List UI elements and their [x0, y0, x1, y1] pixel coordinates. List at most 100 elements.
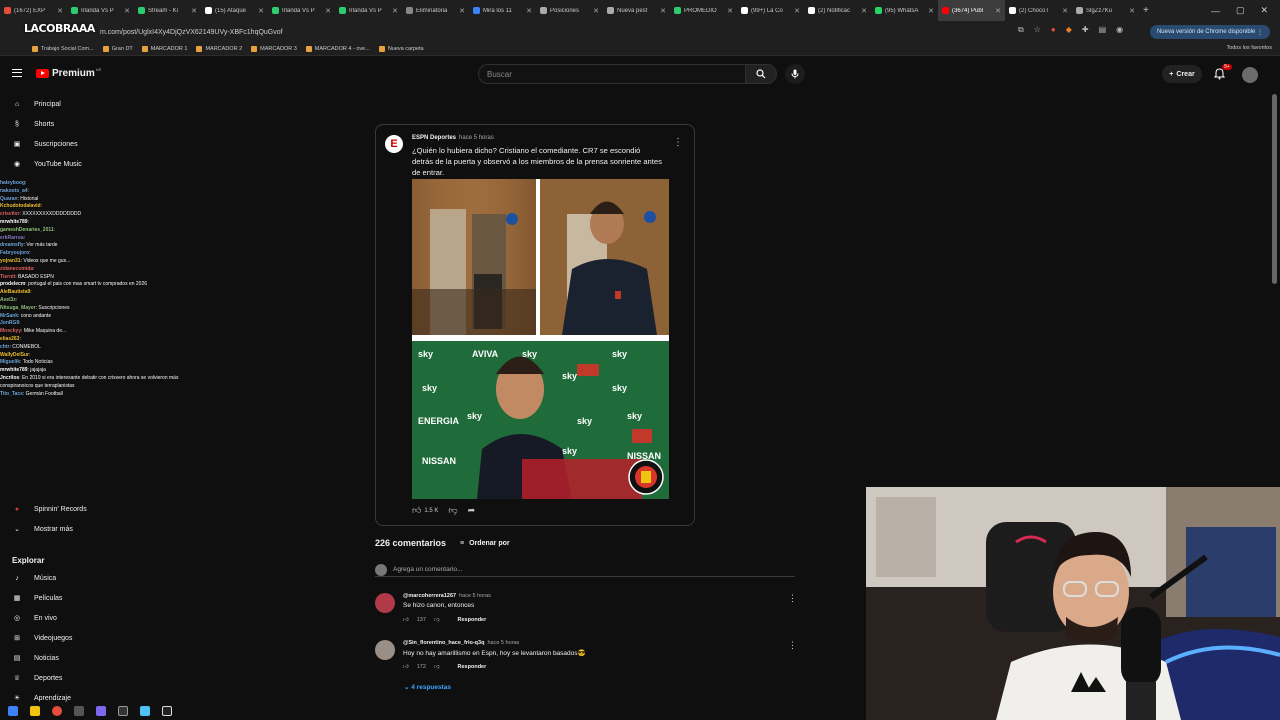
browser-tab[interactable]: Stream - Ki ✕ [134, 0, 201, 21]
chrome-icon[interactable] [52, 706, 62, 716]
browser-tab[interactable]: Irlanda Vs P ✕ [335, 0, 402, 21]
browser-tab[interactable]: SlgZz7Ku ✕ [1072, 0, 1139, 21]
sidebar-item-mostrar-m-s[interactable]: ⌄ Mostrar más [12, 522, 73, 536]
sidebar-item-principal[interactable]: ⌂ Principal [12, 97, 61, 111]
file-explorer-icon[interactable] [30, 706, 40, 716]
browser-tab[interactable]: Nueva pest ✕ [603, 0, 670, 21]
tab-close-icon[interactable]: ✕ [1062, 7, 1068, 15]
post-more-icon[interactable]: ⋮ [673, 137, 683, 148]
browser-tab[interactable]: Irlanda Vs P ✕ [67, 0, 134, 21]
close-icon[interactable]: ✕ [1260, 5, 1268, 16]
sidebar-item-noticias[interactable]: ▤ Noticias [12, 651, 59, 665]
browser-tab[interactable]: (2) Notificac ✕ [804, 0, 871, 21]
app-icon[interactable] [118, 706, 128, 716]
like-button[interactable]: 👍︎ 1.5 K [412, 505, 438, 516]
account-avatar[interactable] [1242, 67, 1258, 83]
bookmark-item[interactable]: Gran DT [102, 46, 133, 52]
espn-avatar[interactable]: E [385, 135, 403, 153]
commenter-avatar[interactable] [375, 593, 395, 613]
reply-button[interactable]: Responder [458, 617, 487, 623]
create-button[interactable]: + Crear [1162, 65, 1202, 83]
comment-author[interactable]: @Sin_florentino_hace_frio-q3q [403, 640, 484, 646]
post-author[interactable]: ESPN Deportes [412, 135, 456, 141]
tab-close-icon[interactable]: ✕ [57, 7, 63, 15]
browser-tab[interactable]: Irlanda Vs P ✕ [268, 0, 335, 21]
tab-close-icon[interactable]: ✕ [526, 7, 532, 15]
sidebar-item-m-sica[interactable]: ♪ Música [12, 571, 56, 585]
thumbs-up-icon[interactable]: 👍︎ [403, 617, 409, 623]
search-button[interactable] [745, 64, 777, 84]
minimize-icon[interactable]: — [1211, 6, 1220, 16]
thumbs-down-icon[interactable]: 👎︎ [434, 664, 440, 670]
tab-close-icon[interactable]: ✕ [928, 7, 934, 15]
voice-search-button[interactable] [785, 64, 805, 84]
share-icon[interactable]: ➦ [468, 505, 476, 516]
tab-close-icon[interactable]: ✕ [258, 7, 264, 15]
sidebar-item-pel-culas[interactable]: ▦ Películas [12, 591, 63, 605]
browser-tab[interactable]: (99+) La Co ✕ [737, 0, 804, 21]
tab-close-icon[interactable]: ✕ [794, 7, 800, 15]
puzzle-icon[interactable]: ✚ [1082, 25, 1089, 35]
bookmark-star-icon[interactable]: ☆ [1034, 25, 1041, 35]
comment-more-icon[interactable]: ⋮ [788, 593, 797, 604]
tab-close-icon[interactable]: ✕ [995, 7, 1001, 15]
commenter-avatar[interactable] [375, 640, 395, 660]
sidebar-item-en-vivo[interactable]: ◎ En vivo [12, 611, 57, 625]
sidebar-icon[interactable]: ▤ [1099, 25, 1107, 35]
browser-tab[interactable]: (95) WhatsA ✕ [871, 0, 938, 21]
comment-author[interactable]: @marcoherrera1267 [403, 593, 456, 599]
sidebar-item-youtube-music[interactable]: ◉ YouTube Music [12, 157, 82, 171]
chrome-update-chip[interactable]: Nueva versión de Chrome disponible ⋮ [1149, 25, 1270, 39]
page-scrollbar[interactable] [1272, 94, 1277, 284]
thumbs-down-icon[interactable]: 👎︎ [434, 617, 440, 623]
tab-close-icon[interactable]: ✕ [124, 7, 130, 15]
windows-start-icon[interactable] [8, 706, 18, 716]
tab-close-icon[interactable]: ✕ [727, 7, 733, 15]
profile-icon[interactable]: ◉ [1116, 25, 1123, 35]
url-field[interactable]: m.com/post/UglxI4Xy4DjQzVX62149UVy-XBFc1… [100, 29, 283, 36]
extension-icon[interactable]: ● [1051, 25, 1056, 35]
obs-icon[interactable] [162, 706, 172, 716]
menu-icon[interactable] [12, 69, 22, 77]
sidebar-item-shorts[interactable]: § Shorts [12, 117, 54, 131]
browser-tab[interactable]: (1672) EXP ✕ [0, 0, 67, 21]
bookmark-item[interactable]: Trabajo Social Com... [32, 46, 94, 52]
new-tab-icon[interactable]: + [1143, 5, 1149, 16]
app-icon[interactable] [140, 706, 150, 716]
tab-close-icon[interactable]: ✕ [191, 7, 197, 15]
sort-button[interactable]: ≡ Ordenar por [460, 540, 510, 547]
browser-tab[interactable]: Eliminatoria ✕ [402, 0, 469, 21]
maximize-icon[interactable]: ▢ [1236, 5, 1245, 16]
add-comment-field[interactable]: Agrega un comentario... [375, 563, 795, 577]
comment-more-icon[interactable]: ⋮ [788, 640, 797, 651]
tab-close-icon[interactable]: ✕ [459, 7, 465, 15]
browser-tab[interactable]: (3674) Publ ✕ [938, 0, 1005, 21]
browser-tab[interactable]: Posiciones ✕ [536, 0, 603, 21]
tab-close-icon[interactable]: ✕ [392, 7, 398, 15]
app-icon[interactable] [96, 706, 106, 716]
sidebar-item-spinnin-records[interactable]: ● Spinnin' Records [12, 502, 87, 516]
reply-button[interactable]: Responder [458, 664, 487, 670]
bookmark-item[interactable]: Nueva carpeta [378, 46, 424, 52]
thumbs-down-icon[interactable]: 👎︎ [448, 505, 457, 516]
tab-close-icon[interactable]: ✕ [861, 7, 867, 15]
app-icon[interactable] [74, 706, 84, 716]
browser-tab[interactable]: (2) ChocoT ✕ [1005, 0, 1072, 21]
bookmark-item[interactable]: MARCADOR 2 [196, 46, 242, 52]
tab-close-icon[interactable]: ✕ [1129, 7, 1135, 15]
view-replies-button[interactable]: ⌄ 4 respuestas [404, 683, 451, 691]
bookmark-item[interactable]: MARCADOR 1 [141, 46, 187, 52]
browser-tab[interactable]: PROMEDIO ✕ [670, 0, 737, 21]
sidebar-item-deportes[interactable]: ♕ Deportes [12, 671, 63, 685]
post-image[interactable]: sky AVIVA sky sky sky sky sky ENERGIA sky sky sk… [412, 179, 669, 499]
search-input[interactable]: Buscar [478, 64, 745, 84]
sidebar-item-videojuegos[interactable]: ⊞ Videojuegos [12, 631, 72, 645]
tab-close-icon[interactable]: ✕ [660, 7, 666, 15]
all-favorites-link[interactable]: Todos los favoritos [1226, 45, 1272, 51]
youtube-logo[interactable]: Premium AR [36, 67, 101, 79]
thumbs-up-icon[interactable]: 👍︎ [403, 664, 409, 670]
tab-close-icon[interactable]: ✕ [593, 7, 599, 15]
extension-icon[interactable]: ◆ [1066, 25, 1072, 35]
cast-icon[interactable]: ⧉ [1018, 25, 1024, 35]
sidebar-item-suscripciones[interactable]: ▣ Suscripciones [12, 137, 78, 151]
